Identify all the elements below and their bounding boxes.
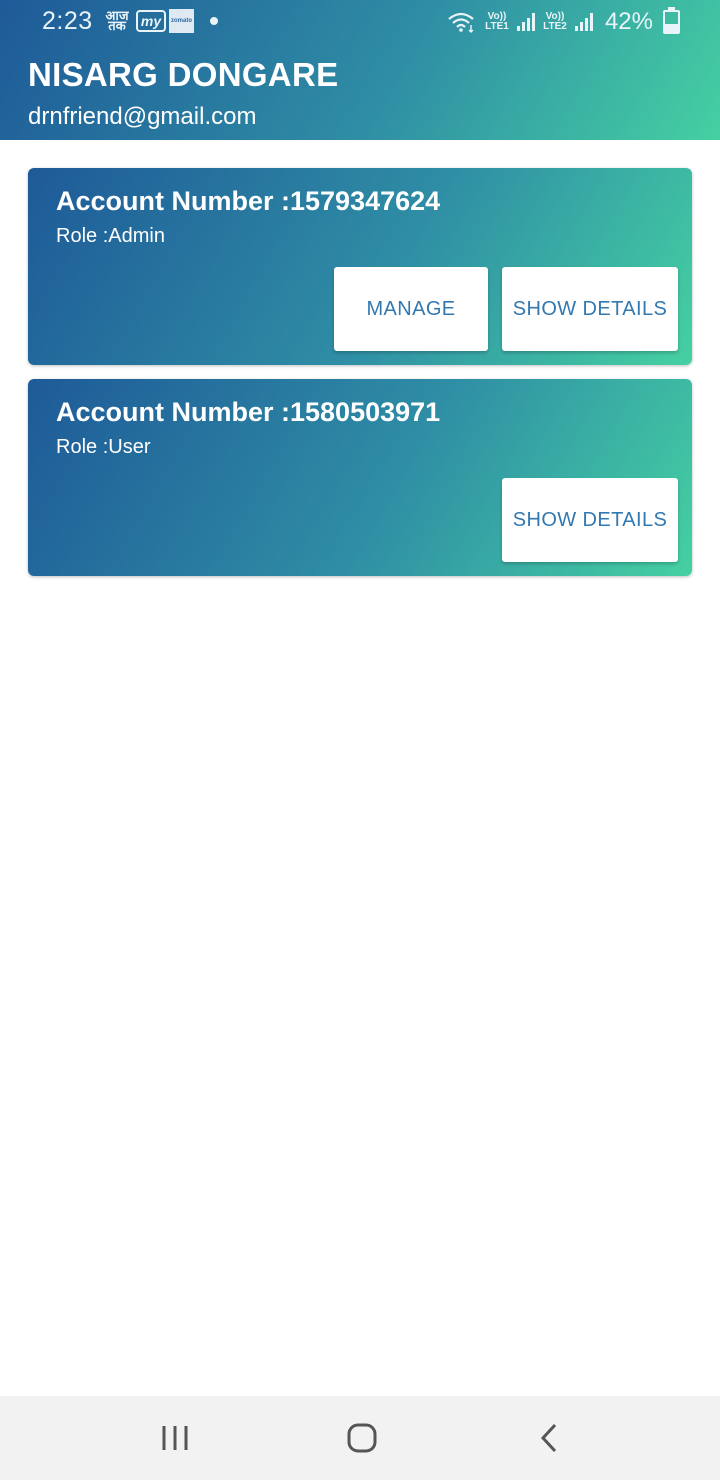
status-time: 2:23: [42, 7, 93, 35]
aaj-tak-icon: आज तक: [105, 8, 129, 33]
home-icon: [347, 1423, 377, 1453]
status-right-group: Vo)) LTE1 Vo)) LTE2 42%: [447, 7, 680, 36]
battery-fill: [665, 23, 678, 32]
account-number: Account Number :1579347624: [56, 186, 441, 216]
home-button[interactable]: [332, 1418, 392, 1458]
back-button[interactable]: [520, 1418, 580, 1458]
account-role: Role :User: [56, 436, 151, 458]
back-icon: [540, 1423, 557, 1453]
show-details-button[interactable]: SHOW DETAILS: [502, 267, 678, 351]
battery-percent: 42%: [604, 8, 653, 35]
account-card: Account Number :1580503971 Role :User SH…: [28, 379, 692, 576]
account-role: Role :Admin: [56, 225, 165, 247]
manage-button[interactable]: MANAGE: [334, 267, 488, 351]
sim1-label: Vo)) LTE1: [485, 11, 509, 32]
myntra-icon: my: [136, 10, 166, 32]
account-number: Account Number :1580503971: [56, 397, 441, 427]
recent-apps-icon: [162, 1426, 188, 1450]
system-nav-bar: [0, 1396, 720, 1480]
zomato-icon: zomato: [169, 9, 194, 33]
battery-icon: [663, 7, 680, 34]
recent-apps-button[interactable]: [145, 1418, 205, 1458]
user-name: NISARG DONGARE: [28, 56, 339, 93]
status-bar: 2:23 आज तक my zomato Vo)) LTE1 Vo)) LTE2…: [0, 0, 720, 44]
sim2-label: Vo)) LTE2: [543, 11, 567, 32]
sim1-signal-icon: [516, 13, 535, 31]
sim2-signal-icon: [574, 13, 593, 31]
show-details-button[interactable]: SHOW DETAILS: [502, 478, 678, 562]
user-email: drnfriend@gmail.com: [28, 103, 257, 130]
app-header: 2:23 आज तक my zomato Vo)) LTE1 Vo)) LTE2…: [0, 0, 720, 140]
notification-dot-icon: [210, 17, 218, 25]
wifi-icon: [448, 12, 474, 33]
account-card: Account Number :1579347624 Role :Admin M…: [28, 168, 692, 365]
